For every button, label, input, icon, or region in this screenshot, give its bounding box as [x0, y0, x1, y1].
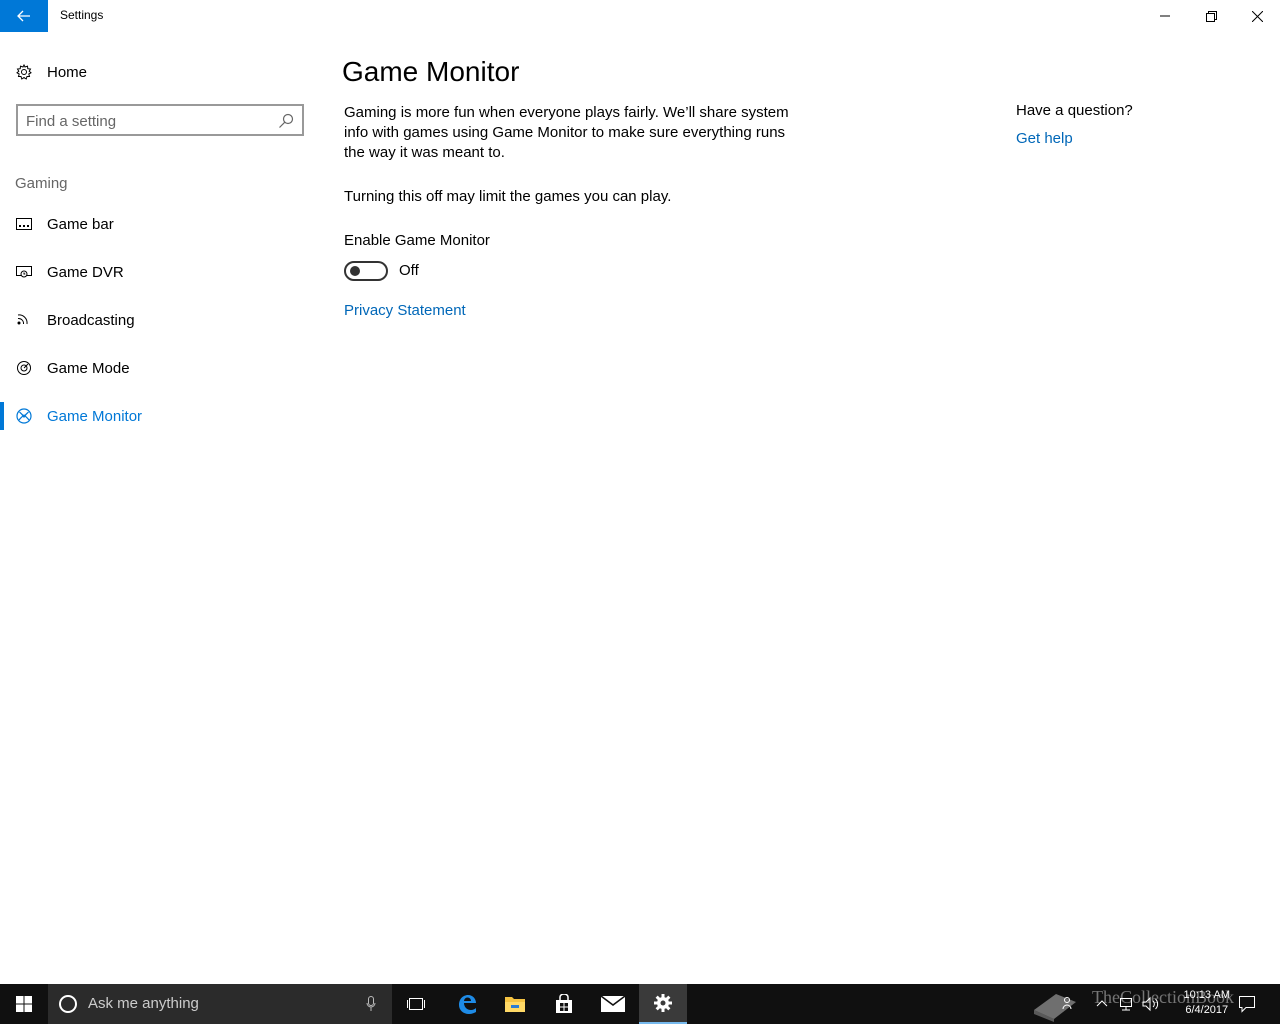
game-dvr-icon — [16, 264, 32, 280]
action-center-icon[interactable] — [1238, 995, 1256, 1013]
volume-icon[interactable] — [1142, 996, 1160, 1012]
network-icon[interactable] — [1118, 996, 1134, 1012]
warning-text: Turning this off may limit the games you… — [344, 188, 672, 205]
settings-button[interactable] — [639, 984, 687, 1024]
cortana-icon — [59, 995, 77, 1013]
gear-icon — [16, 64, 32, 80]
sidebar-item-game-dvr[interactable]: Game DVR — [0, 252, 320, 292]
sidebar: Home Gaming Game bar Game DVR — [0, 32, 320, 984]
clock-time: 10:13 AM — [1183, 989, 1230, 1001]
game-mode-icon — [16, 360, 32, 376]
get-help-link[interactable]: Get help — [1016, 130, 1073, 147]
restore-button[interactable] — [1188, 0, 1234, 32]
toggle-state-text: Off — [399, 262, 419, 279]
sidebar-item-game-monitor[interactable]: Game Monitor — [0, 396, 320, 436]
store-icon — [556, 994, 572, 1013]
file-explorer-button[interactable] — [491, 984, 539, 1024]
selection-indicator — [0, 402, 4, 430]
taskbar: Ask me anything TheCollectionBook 10:13 … — [0, 984, 1280, 1024]
help-question: Have a question? — [1016, 102, 1133, 119]
back-button[interactable] — [0, 0, 48, 32]
xbox-icon — [16, 408, 32, 424]
sidebar-item-home[interactable]: Home — [0, 56, 320, 88]
sidebar-item-game-mode[interactable]: Game Mode — [0, 348, 320, 388]
file-explorer-icon — [505, 997, 525, 1012]
sidebar-item-label: Game DVR — [47, 263, 124, 281]
people-icon[interactable] — [1062, 996, 1076, 1010]
window-title: Settings — [60, 8, 104, 22]
clock[interactable]: 10:13 AM 6/4/2017 — [1184, 988, 1230, 1018]
restore-icon — [1205, 10, 1217, 22]
search-icon[interactable] — [278, 113, 294, 129]
game-bar-icon — [16, 216, 32, 232]
edge-icon — [459, 995, 476, 1014]
sidebar-item-label: Home — [47, 63, 88, 81]
windows-logo-icon — [16, 996, 32, 1012]
clock-date: 6/4/2017 — [1185, 1004, 1229, 1016]
sidebar-item-label: Game Monitor — [47, 407, 143, 425]
microphone-icon[interactable] — [366, 996, 376, 1012]
store-button[interactable] — [540, 984, 588, 1024]
privacy-statement-link[interactable]: Privacy Statement — [344, 302, 466, 319]
page-title: Game Monitor — [342, 56, 520, 87]
search-box[interactable] — [16, 104, 304, 136]
sidebar-item-label: Game bar — [47, 215, 114, 233]
minimize-button[interactable] — [1142, 0, 1188, 32]
edge-button[interactable] — [443, 984, 491, 1024]
section-heading-gaming: Gaming — [15, 175, 68, 192]
title-bar: Settings — [0, 0, 1280, 32]
search-input[interactable] — [26, 111, 274, 131]
sidebar-item-broadcasting[interactable]: Broadcasting — [0, 300, 320, 340]
toggle-knob — [350, 266, 360, 276]
mail-icon — [601, 996, 625, 1012]
sidebar-item-label: Game Mode — [47, 359, 130, 377]
chevron-up-icon[interactable] — [1096, 999, 1108, 1007]
task-view-button[interactable] — [392, 984, 440, 1024]
sidebar-item-label: Broadcasting — [47, 311, 135, 329]
toggle-label: Enable Game Monitor — [344, 232, 490, 249]
mail-button[interactable] — [589, 984, 637, 1024]
back-arrow-icon — [17, 10, 30, 22]
task-view-icon — [407, 998, 425, 1010]
cortana-placeholder: Ask me anything — [88, 995, 199, 1012]
description-text: Gaming is more fun when everyone plays f… — [344, 104, 789, 161]
sidebar-item-game-bar[interactable]: Game bar — [0, 204, 320, 244]
broadcasting-icon — [16, 312, 32, 328]
close-button[interactable] — [1234, 0, 1280, 32]
start-button[interactable] — [0, 984, 48, 1024]
cortana-search-box[interactable]: Ask me anything — [48, 984, 392, 1024]
close-icon — [1251, 10, 1263, 22]
minimize-icon — [1160, 15, 1170, 17]
game-monitor-toggle[interactable] — [344, 261, 388, 281]
settings-icon — [654, 994, 672, 1012]
